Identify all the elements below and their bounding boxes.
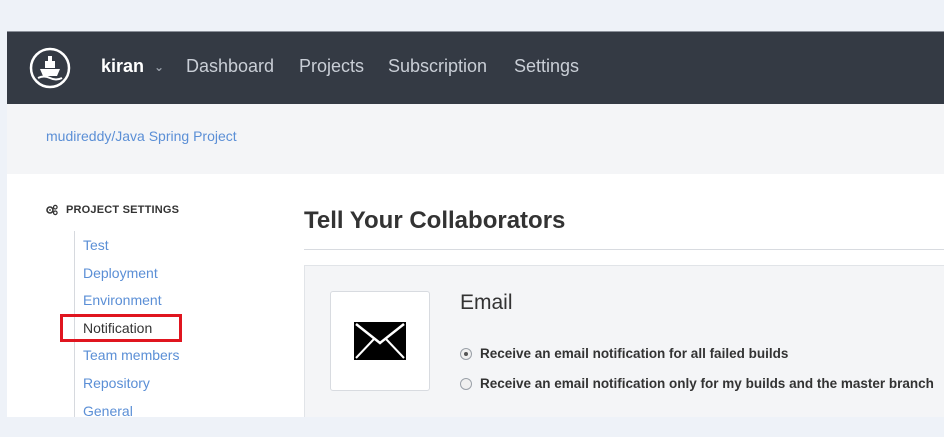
- email-settings-card: Email Receive an email notification for …: [304, 265, 944, 417]
- email-option-my-builds[interactable]: Receive an email notification only for m…: [460, 376, 934, 391]
- nav-dashboard[interactable]: Dashboard: [186, 56, 274, 77]
- sidebar-item-team-members[interactable]: Team members: [83, 347, 179, 363]
- envelope-icon: [354, 322, 406, 360]
- radio-my-builds[interactable]: [460, 377, 472, 390]
- nav-projects[interactable]: Projects: [299, 56, 364, 77]
- settings-panel: PROJECT SETTINGS Test Deployment Environ…: [7, 174, 944, 417]
- email-option-all-failed[interactable]: Receive an email notification for all fa…: [460, 346, 788, 361]
- nav-settings[interactable]: Settings: [514, 56, 579, 77]
- sidebar-item-deployment[interactable]: Deployment: [83, 265, 158, 281]
- sidebar-item-general[interactable]: General: [83, 403, 133, 417]
- ship-logo-icon[interactable]: [29, 47, 71, 89]
- highlight-box: [60, 314, 182, 342]
- radio-all-failed[interactable]: [460, 347, 472, 360]
- sidebar-item-test[interactable]: Test: [83, 237, 109, 253]
- gears-icon: [46, 204, 58, 216]
- user-name: kiran: [101, 56, 145, 76]
- chevron-down-icon: ⌄: [154, 59, 165, 74]
- breadcrumb-project-link[interactable]: mudireddy/Java Spring Project: [46, 128, 237, 144]
- app-window: kiran ⌄ Dashboard Projects Subscription …: [7, 32, 944, 417]
- user-menu[interactable]: kiran ⌄: [101, 56, 164, 77]
- sidebar-title: PROJECT SETTINGS: [46, 204, 179, 216]
- email-icon-box: [330, 291, 430, 391]
- top-navbar: kiran ⌄ Dashboard Projects Subscription …: [7, 32, 944, 104]
- email-title: Email: [460, 291, 513, 314]
- radio-label-all-failed: Receive an email notification for all fa…: [480, 346, 789, 361]
- sidebar-item-repository[interactable]: Repository: [83, 375, 150, 391]
- page-title: Tell Your Collaborators: [304, 207, 566, 234]
- radio-label-my-builds: Receive an email notification only for m…: [480, 376, 934, 391]
- nav-subscription[interactable]: Subscription: [388, 56, 487, 77]
- page-bottom-band: [0, 417, 944, 437]
- sidebar-title-label: PROJECT SETTINGS: [66, 204, 180, 216]
- title-divider: [304, 249, 944, 250]
- sidebar-item-environment[interactable]: Environment: [83, 292, 162, 308]
